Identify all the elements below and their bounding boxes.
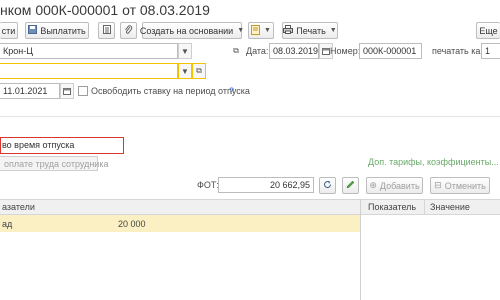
number-label: Номер: <box>330 46 361 56</box>
edit-button[interactable] <box>342 177 359 194</box>
chevron-down-icon[interactable]: ▼ <box>178 63 192 79</box>
col-indicators: азатели <box>2 202 35 212</box>
pay-label: Выплатить <box>40 25 86 36</box>
employee-field[interactable] <box>0 63 178 79</box>
date-field[interactable]: 08.03.2019 <box>269 43 319 59</box>
reports-button[interactable]: ▼ <box>248 22 274 39</box>
row-name: ад <box>2 219 13 229</box>
pay-info-button[interactable]: оплате труда сотрудника <box>0 156 108 171</box>
fot-field[interactable]: 20 662,95 <box>218 177 314 193</box>
paperclip-icon <box>124 24 133 37</box>
more-label: Еще <box>479 25 498 36</box>
attach-button[interactable] <box>120 22 137 39</box>
chevron-down-icon: ▼ <box>329 27 337 34</box>
post-and-close-label: сти <box>1 25 16 36</box>
organization-field[interactable]: Крон-Ц <box>0 43 178 59</box>
print-as-field[interactable]: 1 <box>481 43 500 59</box>
cancel-button[interactable]: ⊟ Отменить <box>430 177 490 194</box>
printer-icon <box>283 25 294 36</box>
release-rate-label: Освободить ставку на период отпуска <box>91 86 250 96</box>
print-button[interactable]: Печать ▼ <box>282 22 338 39</box>
more-button[interactable]: Еще <box>476 22 500 39</box>
vacation-label: во время отпуска <box>2 140 75 150</box>
add-button[interactable]: ⊕ Добавить <box>366 177 423 194</box>
release-rate-checkbox[interactable] <box>78 86 88 96</box>
tariffs-link[interactable]: Доп. тарифы, коэффициенты... <box>368 157 499 167</box>
open-icon[interactable]: ⧉ <box>229 43 243 59</box>
row-value: 20 000 <box>118 219 146 229</box>
chevron-down-icon[interactable]: ▼ <box>178 43 192 59</box>
post-and-close-button[interactable]: сти <box>0 22 18 39</box>
chevron-down-icon: ▼ <box>264 27 271 34</box>
number-field[interactable]: 000К-000001 <box>359 43 422 59</box>
list-icon <box>102 25 111 36</box>
save-icon <box>28 25 38 36</box>
col-indicator: Показатель <box>368 202 417 212</box>
date-label: Дата: <box>246 46 269 56</box>
fot-label: ФОТ: <box>197 180 219 190</box>
refresh-icon <box>323 180 332 191</box>
create-based-label: Создать на основании <box>139 25 234 36</box>
list-button[interactable] <box>98 22 115 39</box>
indicators-table-header <box>0 199 360 215</box>
cancel-icon: ⊟ <box>434 180 442 190</box>
column-divider <box>424 199 425 215</box>
from-date-field[interactable]: 11.01.2021 <box>0 83 60 99</box>
plus-circle-icon: ⊕ <box>369 180 377 190</box>
print-as-label: печатать как: <box>432 46 487 56</box>
calendar-icon[interactable] <box>60 83 74 99</box>
section-divider <box>0 116 500 117</box>
pencil-icon <box>346 180 355 191</box>
open-icon[interactable]: ⧉ <box>192 63 206 79</box>
add-label: Добавить <box>379 180 420 191</box>
create-based-on-button[interactable]: Создать на основании ▼ <box>139 22 245 39</box>
chevron-down-icon: ▼ <box>237 27 245 34</box>
print-label: Печать <box>296 25 326 36</box>
report-icon <box>251 24 261 37</box>
table-row[interactable] <box>0 215 360 232</box>
save-button[interactable]: Выплатить <box>25 22 89 39</box>
cancel-label: Отменить <box>444 180 486 191</box>
col-value: Значение <box>430 202 470 212</box>
refresh-button[interactable] <box>319 177 336 194</box>
help-icon[interactable]: ? <box>229 86 234 96</box>
document-title: нком 000К-000001 от 08.03.2019 <box>0 2 210 18</box>
